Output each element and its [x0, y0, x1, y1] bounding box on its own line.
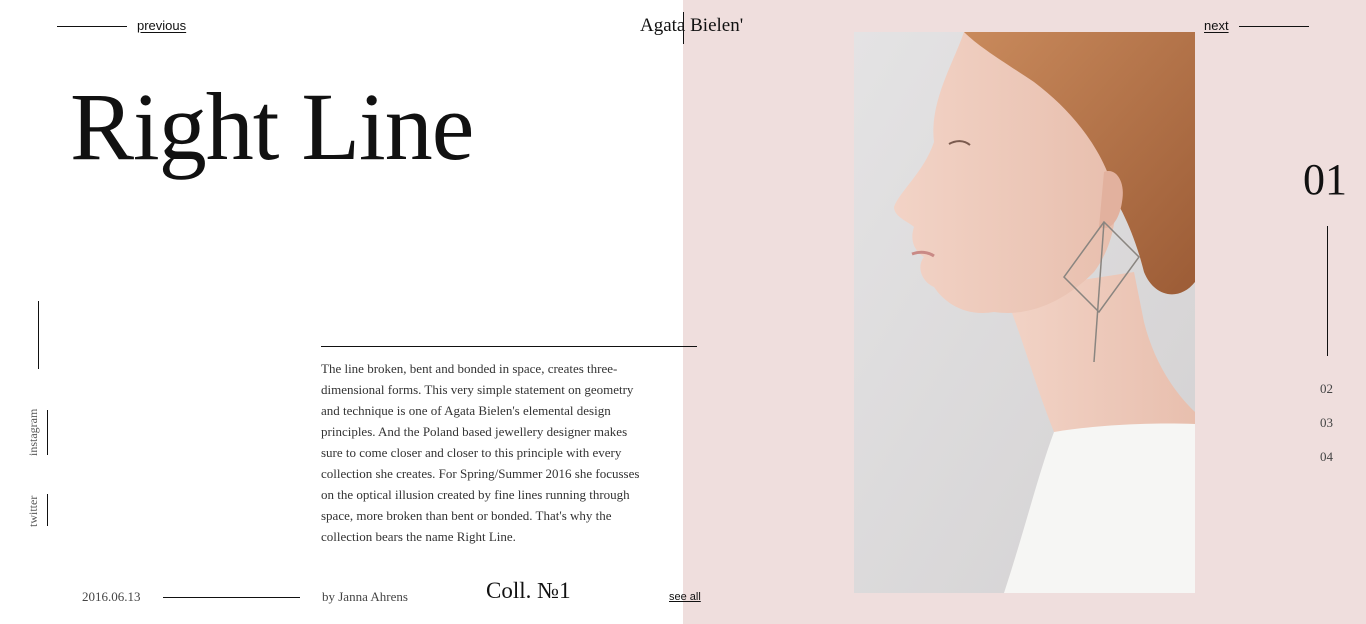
- model-profile-illustration: [854, 32, 1195, 593]
- page-02[interactable]: 02: [1320, 381, 1333, 397]
- article-date: 2016.06.13: [82, 589, 141, 604]
- see-all-link[interactable]: see all: [669, 591, 701, 603]
- article-rule: [321, 346, 697, 347]
- sidebar-line: [38, 301, 39, 369]
- next-link[interactable]: next: [1204, 18, 1229, 33]
- twitter-line: [47, 494, 48, 526]
- instagram-line: [47, 410, 48, 455]
- brand-logo[interactable]: Agata Bielen': [640, 15, 743, 37]
- page-04[interactable]: 04: [1320, 449, 1333, 465]
- page-03[interactable]: 03: [1320, 415, 1333, 431]
- hero-title: Right Line: [70, 73, 474, 180]
- date-rule: [163, 597, 300, 598]
- collection-label: Coll. №1: [486, 578, 571, 603]
- next-line: [1239, 26, 1309, 27]
- model-photo: [854, 32, 1195, 593]
- pager-line: [1327, 226, 1328, 356]
- logo-divider: [683, 12, 684, 44]
- instagram-label: instagram: [26, 408, 40, 456]
- current-page-number: 01: [1303, 155, 1347, 204]
- previous-link[interactable]: previous: [137, 18, 186, 33]
- previous-line: [57, 26, 127, 27]
- twitter-label: twitter: [26, 495, 40, 527]
- article-body: The line broken, bent and bonded in spac…: [321, 361, 640, 544]
- article-author: by Janna Ahrens: [322, 589, 408, 604]
